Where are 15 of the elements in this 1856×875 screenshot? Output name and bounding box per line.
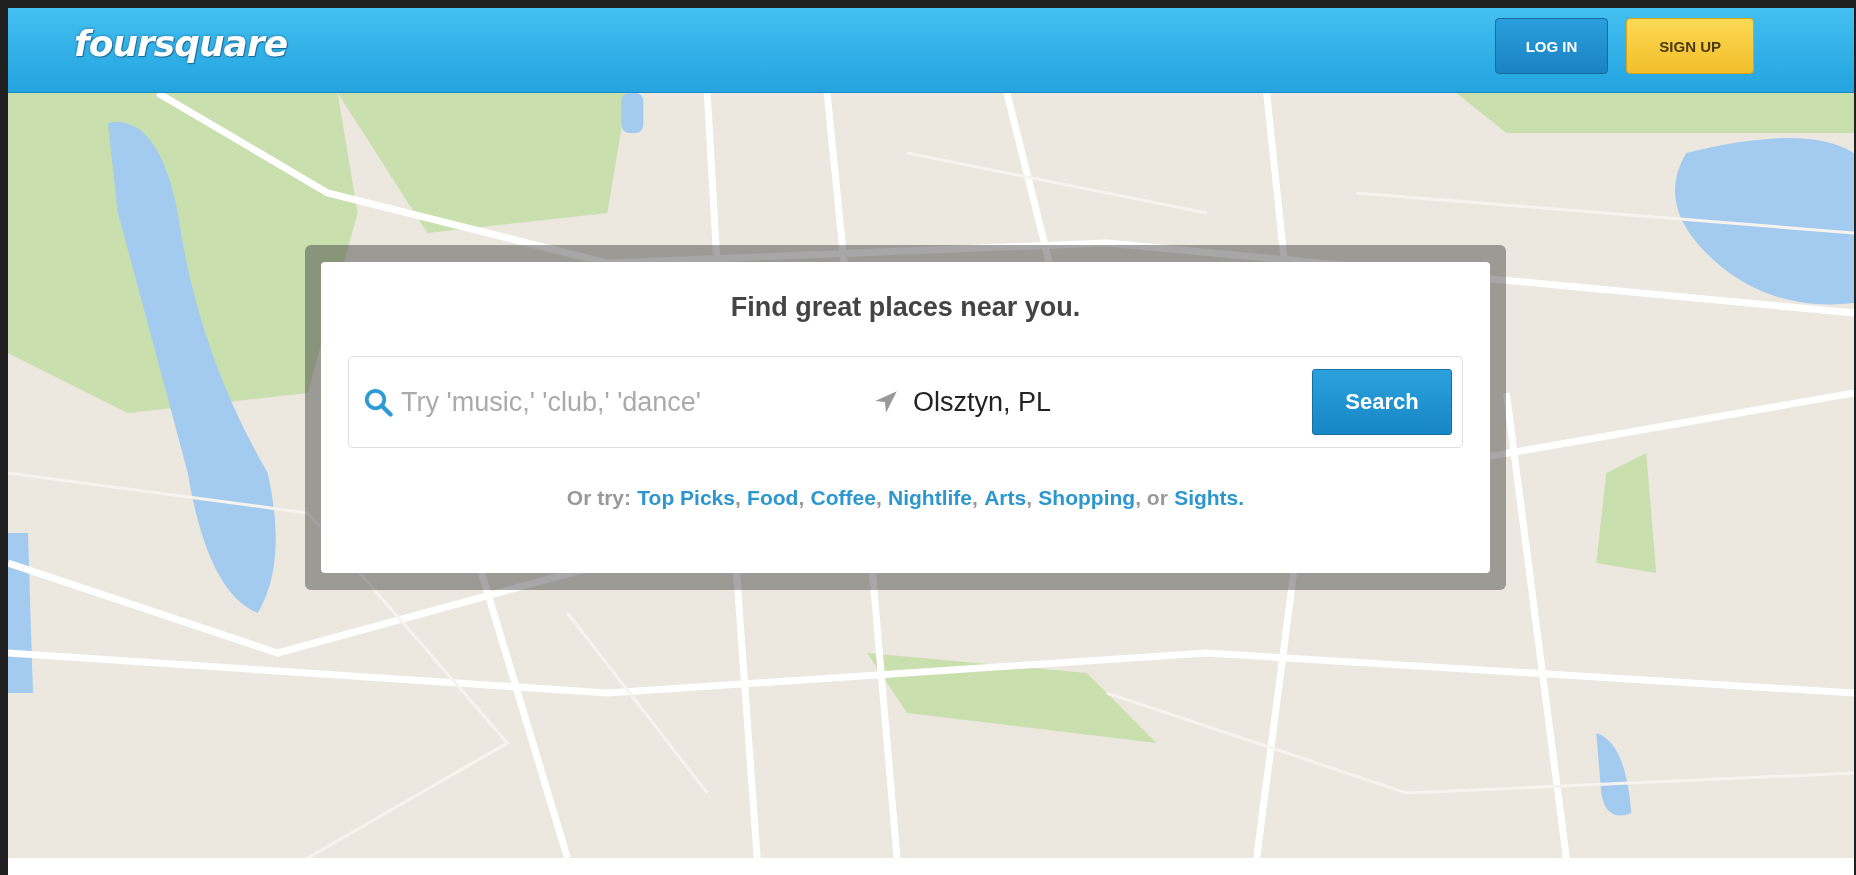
category-link[interactable]: Nightlife — [888, 486, 973, 509]
category-link[interactable]: Sights. — [1174, 486, 1245, 509]
header-button[interactable]: LOG IN — [1494, 18, 1609, 74]
suggestion-text: Or try: Top Picks, Food, Coffee, Nightlife, Arts, Shopping, or Sights. — [565, 486, 1246, 510]
category-link[interactable]: Coffee — [810, 486, 876, 509]
category-link[interactable]: Food — [747, 486, 799, 509]
location-arrow-icon — [873, 389, 899, 415]
category-link[interactable]: Top Picks — [637, 486, 735, 509]
logo[interactable]: foursquare — [74, 22, 288, 64]
category-link[interactable]: Shopping — [1038, 486, 1136, 509]
category-link[interactable]: Arts — [984, 486, 1027, 509]
search-button[interactable]: Search — [1312, 369, 1452, 435]
search-heading: Find great places near you. — [729, 292, 1082, 323]
header-button[interactable]: SIGN UP — [1626, 18, 1754, 74]
search-icon — [363, 387, 393, 417]
